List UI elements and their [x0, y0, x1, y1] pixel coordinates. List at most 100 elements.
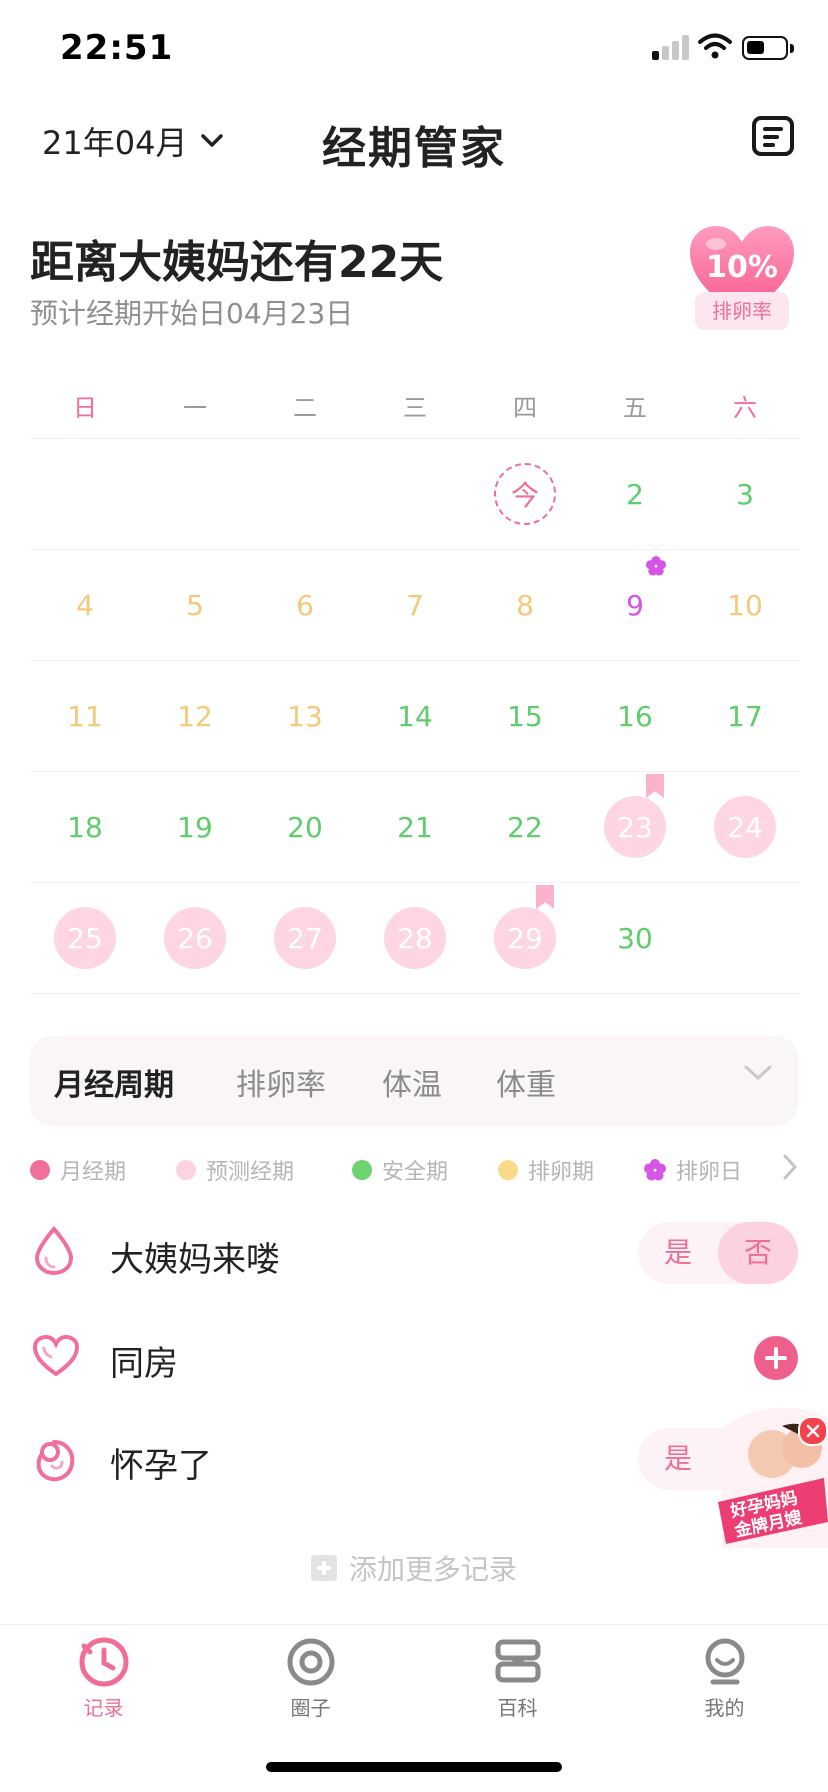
calendar-day[interactable]: 30: [580, 883, 690, 993]
nav-item-encyclopedia[interactable]: 百科: [414, 1636, 621, 1721]
calendar-day-number: 30: [617, 921, 653, 955]
calendar-day[interactable]: 20: [250, 772, 360, 882]
calendar-day[interactable]: 21: [360, 772, 470, 882]
clock-icon: [79, 1637, 128, 1687]
legend-label: 预测经期: [206, 1160, 295, 1185]
calendar-day[interactable]: 8: [470, 550, 580, 660]
countdown-title: 距离大姨妈还有22天: [30, 237, 444, 288]
calendar-day[interactable]: 4: [30, 550, 140, 660]
calendar-day[interactable]: 26: [140, 883, 250, 993]
ovulation-rate-value: 10%: [706, 250, 778, 285]
battery-icon: [742, 36, 788, 60]
calendar-day[interactable]: 12: [140, 661, 250, 771]
notes-button[interactable]: [752, 116, 794, 156]
calendar-day-number: 7: [406, 588, 424, 622]
calendar-empty-cell: [140, 439, 250, 549]
calendar-day[interactable]: 5: [140, 550, 250, 660]
pregnant-yes-option[interactable]: 是: [638, 1428, 718, 1490]
profile-icon: [705, 1638, 744, 1685]
calendar-day[interactable]: 18: [30, 772, 140, 882]
weekday-label: 五: [623, 394, 647, 422]
calendar-week-row: 11 12 13 14 15 16 17: [30, 661, 800, 772]
countdown-subtitle: 预计经期开始日04月23日: [30, 297, 354, 330]
chart-tabs: 月经周期 排卵率 体温 体重: [30, 1036, 798, 1126]
calendar-day[interactable]: 24: [690, 772, 800, 882]
cellular-signal-icon: [652, 34, 690, 60]
nav-item-profile[interactable]: 我的: [621, 1636, 828, 1721]
chevron-down-icon[interactable]: [744, 1064, 772, 1082]
legend-dot: [352, 1160, 372, 1180]
calendar-day[interactable]: 22: [470, 772, 580, 882]
period-no-option[interactable]: 否: [718, 1222, 798, 1284]
calendar-day[interactable]: 14: [360, 661, 470, 771]
period-yes-option[interactable]: 是: [638, 1222, 718, 1284]
add-intimacy-button[interactable]: [754, 1336, 798, 1380]
heart-icon: [32, 1334, 80, 1377]
calendar-day[interactable]: 2: [580, 439, 690, 549]
nav-item-circle[interactable]: 圈子: [207, 1636, 414, 1721]
calendar-day[interactable]: 11: [30, 661, 140, 771]
calendar-day[interactable]: 29: [470, 883, 580, 993]
calendar-day[interactable]: 28: [360, 883, 470, 993]
calendar-day-number: 4: [76, 588, 94, 622]
calendar-day[interactable]: 9: [580, 550, 690, 660]
flower-icon: [646, 556, 666, 576]
calendar-day[interactable]: 3: [690, 439, 800, 549]
chevron-right-icon[interactable]: [782, 1154, 798, 1180]
period-toggle: 是 否: [638, 1222, 798, 1284]
calendar-day-number: 5: [186, 588, 204, 622]
legend-predicted: 预测经期: [176, 1154, 294, 1186]
tab-weight[interactable]: 体重: [496, 1060, 556, 1104]
calendar-day[interactable]: 23: [580, 772, 690, 882]
bookmark-icon: [646, 774, 664, 798]
calendar-day[interactable]: 10: [690, 550, 800, 660]
calendar-day[interactable]: 25: [30, 883, 140, 993]
calendar-day-number: 18: [67, 810, 103, 844]
calendar-day-number: 24: [714, 796, 776, 858]
legend-dot: [30, 1160, 50, 1180]
weekday-label: 一: [183, 394, 207, 422]
calendar-day[interactable]: 13: [250, 661, 360, 771]
calendar-day[interactable]: 今: [470, 439, 580, 549]
record-pregnant-label: 怀孕了: [110, 1446, 212, 1486]
calendar-day-number: 2: [626, 477, 644, 511]
calendar-day[interactable]: 6: [250, 550, 360, 660]
calendar-day[interactable]: 19: [140, 772, 250, 882]
tab-temperature[interactable]: 体温: [382, 1060, 442, 1104]
calendar-day-number: 6: [296, 588, 314, 622]
weekday-label: 四: [513, 394, 537, 422]
calendar-day-number: 3: [736, 477, 754, 511]
calendar-day[interactable]: 16: [580, 661, 690, 771]
page-title: 经期管家: [322, 123, 506, 174]
calendar-day-number: 9: [626, 588, 644, 622]
legend-safe: 安全期: [352, 1154, 448, 1186]
calendar-empty-cell: [250, 439, 360, 549]
tab-menstrual-cycle[interactable]: 月经周期: [54, 1060, 174, 1104]
weekday-label: 三: [403, 394, 427, 422]
calendar-day-number: 20: [287, 810, 323, 844]
battery-tip: [790, 44, 794, 53]
calendar-day-number: 15: [507, 699, 543, 733]
calendar-day[interactable]: 7: [360, 550, 470, 660]
calendar-day-number: 23: [604, 796, 666, 858]
calendar-day[interactable]: 17: [690, 661, 800, 771]
calendar-empty-cell: [690, 883, 800, 993]
nav-label: 百科: [497, 1696, 538, 1720]
weekday-label: 六: [733, 394, 757, 422]
nav-item-record[interactable]: 记录: [0, 1636, 207, 1721]
add-more-records-button[interactable]: 添加更多记录: [0, 1548, 828, 1588]
calendar-day-number: 29: [494, 907, 556, 969]
calendar-day-number: 11: [67, 699, 103, 733]
ad-close-button[interactable]: [798, 1416, 828, 1446]
tab-ovulation-rate[interactable]: 排卵率: [236, 1060, 326, 1104]
legend-label: 安全期: [382, 1160, 449, 1185]
legend-label: 月经期: [60, 1160, 127, 1185]
fetus-icon: [36, 1440, 75, 1482]
status-time: 22:51: [60, 28, 174, 68]
calendar-day-number: 26: [164, 907, 226, 969]
calendar-day[interactable]: 27: [250, 883, 360, 993]
calendar-day[interactable]: 15: [470, 661, 580, 771]
record-period-label: 大姨妈来喽: [110, 1240, 280, 1280]
calendar-day-number: 今: [494, 463, 556, 525]
book-icon: [495, 1639, 540, 1683]
